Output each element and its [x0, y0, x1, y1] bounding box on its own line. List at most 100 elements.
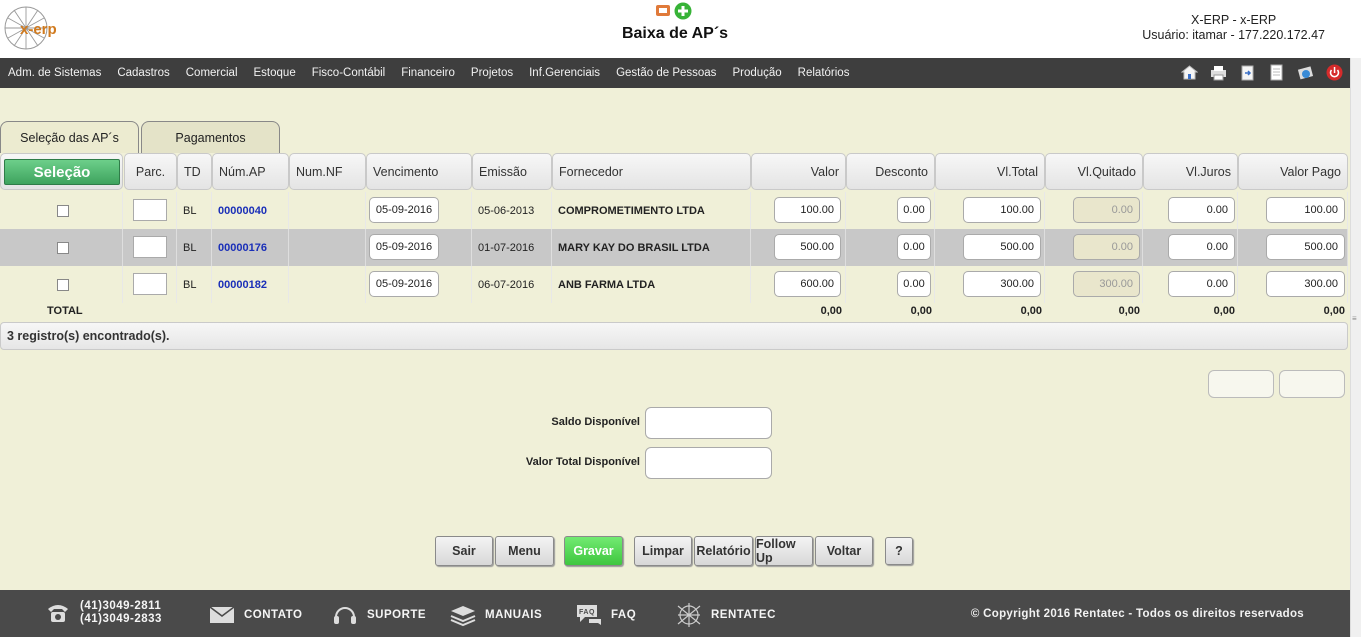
header-valor-pago[interactable]: Valor Pago: [1238, 153, 1348, 190]
power-icon[interactable]: [1325, 63, 1344, 82]
main-menu: Adm. de Sistemas Cadastros Comercial Est…: [0, 58, 1350, 88]
row-checkbox[interactable]: [57, 241, 69, 254]
vl-total-input[interactable]: 300.00: [963, 271, 1041, 297]
valor-input[interactable]: 600.00: [774, 271, 841, 297]
help-icon[interactable]: [1296, 63, 1315, 82]
row-checkbox[interactable]: [57, 204, 69, 217]
footer-faq[interactable]: FAQ FAQ: [575, 602, 636, 628]
records-count: 3 registro(s) encontrado(s).: [0, 322, 1348, 350]
header-emissao[interactable]: Emissão: [472, 153, 552, 190]
header-num-ap[interactable]: Núm.AP: [212, 153, 289, 190]
vl-total-input[interactable]: 100.00: [963, 197, 1041, 223]
row-checkbox[interactable]: [57, 278, 69, 291]
cell-num-nf: [289, 192, 366, 229]
menu-financeiro[interactable]: Financeiro: [401, 67, 455, 79]
valor-pago-input[interactable]: 300.00: [1266, 271, 1345, 297]
vencimento-input[interactable]: 05-09-2016: [369, 234, 439, 260]
vl-quitado-input: 0.00: [1073, 197, 1140, 223]
valor-input[interactable]: 100.00: [774, 197, 841, 223]
valor-input[interactable]: 500.00: [774, 234, 841, 260]
header-vl-juros[interactable]: Vl.Juros: [1143, 153, 1238, 190]
menu-relatorios[interactable]: Relatórios: [798, 67, 850, 79]
footer-manuais[interactable]: MANUAIS: [449, 602, 542, 628]
gravar-button[interactable]: Gravar: [564, 536, 623, 566]
export-icon[interactable]: [1238, 63, 1257, 82]
footer-rentatec[interactable]: RENTATEC: [675, 602, 776, 628]
menu-projetos[interactable]: Projetos: [471, 67, 513, 79]
suporte-link[interactable]: SUPORTE: [367, 609, 426, 621]
menu-estoque[interactable]: Estoque: [254, 67, 296, 79]
help-button[interactable]: ?: [885, 537, 913, 565]
vencimento-input[interactable]: 05-09-2016: [369, 271, 439, 297]
xerp-logo[interactable]: x-erp: [2, 4, 64, 52]
menu-producao[interactable]: Produção: [732, 67, 781, 79]
rentatec-link[interactable]: RENTATEC: [711, 609, 776, 621]
add-icon[interactable]: [674, 2, 692, 23]
menu-adm-sistemas[interactable]: Adm. de Sistemas: [8, 67, 101, 79]
desconto-input[interactable]: 0.00: [897, 197, 931, 223]
home-icon[interactable]: [1180, 63, 1199, 82]
footer-contato[interactable]: CONTATO: [208, 602, 302, 628]
valor-pago-input[interactable]: 100.00: [1266, 197, 1345, 223]
select-all-button[interactable]: Seleção: [4, 159, 120, 185]
num-ap-link[interactable]: 00000176: [218, 242, 267, 254]
valor-total-disponivel-input[interactable]: [645, 447, 772, 479]
faq-icon: FAQ: [575, 602, 603, 628]
menu-comercial[interactable]: Comercial: [186, 67, 238, 79]
menu-button[interactable]: Menu: [495, 536, 554, 566]
page-title: Baixa de AP´s: [621, 25, 729, 42]
report-icon[interactable]: [655, 2, 671, 23]
header-valor[interactable]: Valor: [751, 153, 846, 190]
vencimento-input[interactable]: 05-09-2016: [369, 197, 439, 223]
limpar-button[interactable]: Limpar: [634, 536, 692, 566]
follow-up-button[interactable]: Follow Up: [755, 536, 813, 566]
vl-juros-input[interactable]: 0.00: [1168, 234, 1235, 260]
header-parc[interactable]: Parc.: [124, 153, 177, 190]
header-fornecedor[interactable]: Fornecedor: [552, 153, 751, 190]
faq-link[interactable]: FAQ: [611, 609, 636, 621]
document-icon[interactable]: [1267, 63, 1286, 82]
scroll-grip-icon[interactable]: ≡: [1352, 314, 1360, 323]
header-vencimento[interactable]: Vencimento: [366, 153, 472, 190]
cell-td: BL: [177, 192, 212, 229]
page-scrollbar[interactable]: ≡: [1350, 58, 1361, 637]
menu-fisco-contabil[interactable]: Fisco-Contábil: [312, 67, 386, 79]
voltar-button[interactable]: Voltar: [815, 536, 873, 566]
header-td[interactable]: TD: [177, 153, 212, 190]
aux-input-1[interactable]: [1208, 370, 1274, 398]
menu-gestao-pessoas[interactable]: Gestão de Pessoas: [616, 67, 716, 79]
valor-total-disponivel-label: Valor Total Disponível: [525, 456, 640, 468]
parc-input[interactable]: [133, 273, 167, 295]
desconto-input[interactable]: 0.00: [897, 234, 931, 260]
aux-input-2[interactable]: [1279, 370, 1345, 398]
num-ap-link[interactable]: 00000182: [218, 279, 267, 291]
vl-juros-input[interactable]: 0.00: [1168, 271, 1235, 297]
vl-juros-input[interactable]: 0.00: [1168, 197, 1235, 223]
menu-cadastros[interactable]: Cadastros: [117, 67, 169, 79]
tab-selecao-aps[interactable]: Seleção das AP´s: [0, 121, 139, 153]
header-vl-quitado[interactable]: Vl.Quitado: [1045, 153, 1143, 190]
manuais-link[interactable]: MANUAIS: [485, 609, 542, 621]
saldo-disponivel-input[interactable]: [645, 407, 772, 439]
footer: (41)3049-2811 (41)3049-2833 CONTATO SUPO…: [0, 590, 1350, 637]
mail-icon: [208, 602, 236, 628]
print-icon[interactable]: [1209, 63, 1228, 82]
saldo-disponivel-label: Saldo Disponível: [551, 416, 640, 428]
tab-pagamentos[interactable]: Pagamentos: [141, 121, 280, 153]
footer-suporte[interactable]: SUPORTE: [331, 602, 426, 628]
header-desconto[interactable]: Desconto: [846, 153, 935, 190]
sair-button[interactable]: Sair: [435, 536, 493, 566]
cell-fornecedor: ANB FARMA LTDA: [552, 266, 751, 303]
vl-total-input[interactable]: 500.00: [963, 234, 1041, 260]
header-vl-total[interactable]: Vl.Total: [935, 153, 1045, 190]
valor-pago-input[interactable]: 500.00: [1266, 234, 1345, 260]
num-ap-link[interactable]: 00000040: [218, 205, 267, 217]
desconto-input[interactable]: 0.00: [897, 271, 931, 297]
parc-input[interactable]: [133, 199, 167, 221]
relatorio-button[interactable]: Relatório: [694, 536, 753, 566]
header-num-nf[interactable]: Num.NF: [289, 153, 366, 190]
total-desconto: 0,00: [910, 305, 932, 317]
parc-input[interactable]: [133, 236, 167, 258]
menu-inf-gerenciais[interactable]: Inf.Gerenciais: [529, 67, 600, 79]
contato-link[interactable]: CONTATO: [244, 609, 302, 621]
